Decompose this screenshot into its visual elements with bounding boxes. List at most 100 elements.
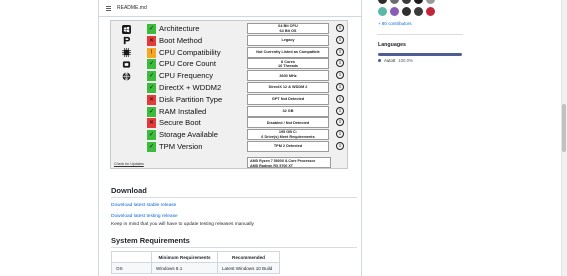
contributor-avatars (378, 0, 435, 4)
boot-p-icon (121, 36, 131, 46)
pass-status-icon: ✓ (147, 130, 156, 141)
column-header (111, 251, 152, 263)
languages-heading: Languages (378, 42, 406, 48)
info-icon[interactable]: i (336, 71, 344, 80)
checker-row: ✕ Boot Method Legacy i (111, 34, 349, 47)
language-item[interactable]: AutoIt 100.0% (378, 58, 413, 63)
table-row: OS Windows 8.1 Latest Windows 10 Build (111, 262, 280, 274)
checker-row: ✓ TPM Version TPM 2 Detected i (111, 140, 349, 153)
info-icon[interactable]: i (336, 141, 344, 150)
contributors-link[interactable]: + 80 contributors (378, 21, 412, 26)
avatar[interactable] (414, 0, 423, 4)
windows-logo-icon (121, 24, 131, 34)
avatar[interactable] (414, 7, 423, 16)
info-icon[interactable]: i (336, 24, 344, 32)
check-result: 3600 MHz (247, 70, 329, 82)
avatar[interactable] (390, 0, 399, 4)
column-header: Minimum Requirements (151, 251, 218, 263)
core-icon (121, 59, 131, 69)
result-line: 16 Threads (277, 63, 299, 68)
avatar[interactable] (390, 7, 399, 16)
readme-header: README.md (99, 0, 361, 17)
check-label: DirectX + WDDM2 (159, 82, 222, 92)
checker-row: ✓ Storage Available 195 GB C: 6 Drive(s) Me… (111, 129, 349, 141)
avatar[interactable] (402, 7, 411, 16)
table-cell: Windows 8.1 (151, 262, 218, 274)
pass-status-icon: ✓ (147, 106, 156, 117)
checker-screenshot: ✓ Architecture 64 Bit CPU 64 Bit OS i ✕ Boot M… (110, 20, 348, 169)
language-color-dot (378, 59, 381, 62)
check-label: Storage Available (159, 130, 218, 140)
checker-row: ✓ Architecture 64 Bit CPU 64 Bit OS i (111, 23, 349, 35)
result-line: DirectX 12 & WDDM 2 (268, 85, 308, 90)
pass-status-icon: ✓ (147, 141, 156, 152)
check-result: 8 Cores 16 Threads (247, 58, 329, 70)
avatar[interactable] (402, 0, 411, 4)
check-label: Boot Method (159, 35, 203, 45)
check-result: DirectX 12 & WDDM 2 (247, 81, 329, 93)
result-line: 3600 MHz (279, 73, 297, 78)
pass-status-icon: ✓ (147, 24, 156, 34)
check-label: CPU Core Count (159, 59, 216, 69)
checker-row: ✓ CPU Core Count 8 Cores 16 Threads i (111, 58, 349, 70)
table-cell: Latest Windows 10 Build (217, 262, 280, 274)
result-line: TPM 2 Detected (273, 144, 303, 149)
pass-status-icon: ✓ (147, 82, 156, 93)
avatar[interactable] (426, 0, 435, 4)
gpu-name: AMD Radeon RX 5700 XT (250, 163, 293, 168)
info-icon[interactable]: i (336, 130, 344, 139)
fail-status-icon: ✕ (147, 94, 156, 105)
warning-status-icon: ! (147, 47, 156, 58)
hardware-summary: AMD Ryzen 7 5800X 8-Core Processor AMD R… (247, 157, 331, 168)
checker-row: ✕ Disk Partition Type GPT Not Detected i (111, 93, 349, 106)
info-icon[interactable]: i (336, 59, 344, 68)
check-result: Disabled / Not Detected (247, 117, 329, 129)
download-stable-link[interactable]: Download latest stable release (111, 203, 176, 208)
download-testing-link[interactable]: Download latest testing release (111, 214, 178, 219)
check-result: Not Currently Listed as Compatible (247, 46, 329, 58)
heading-rule (111, 197, 357, 198)
requirements-heading: System Requirements (111, 236, 190, 245)
pass-status-icon: ✓ (147, 59, 156, 70)
info-icon[interactable]: i (336, 106, 344, 115)
readme-filename[interactable]: README.md (117, 5, 147, 11)
info-icon[interactable]: i (336, 47, 344, 56)
check-result: 32 GB (247, 105, 329, 117)
checker-row: ✓ RAM Installed 32 GB i (111, 105, 349, 118)
check-label: CPU Compatibility (159, 47, 221, 57)
fail-status-icon: ✕ (147, 35, 156, 46)
check-label: Disk Partition Type (159, 94, 223, 104)
pass-status-icon: ✓ (147, 71, 156, 82)
checker-row: ! CPU Compatibility Not Currently Listed a… (111, 46, 349, 59)
result-line: 32 GB (282, 108, 294, 113)
requirements-table: Minimum Requirements Recommended OS Wind… (111, 251, 280, 274)
info-icon[interactable]: i (336, 35, 344, 44)
heading-rule (111, 247, 357, 248)
check-result: 64 Bit CPU 64 Bit OS (247, 23, 329, 34)
checker-row: ✓ CPU Frequency 3600 MHz i (111, 70, 349, 82)
check-label: Architecture (159, 24, 200, 33)
contributor-avatars (378, 7, 435, 16)
language-bar (378, 53, 462, 56)
info-icon[interactable]: i (336, 94, 344, 103)
scrollbar-thumb[interactable] (562, 104, 566, 152)
info-icon[interactable]: i (336, 82, 344, 91)
avatar[interactable] (378, 0, 387, 4)
language-name: AutoIt (384, 58, 396, 63)
avatar[interactable] (378, 7, 387, 16)
avatar[interactable] (426, 7, 435, 16)
info-icon[interactable]: i (336, 118, 344, 127)
check-label: CPU Frequency (159, 71, 214, 81)
table-header-row: Minimum Requirements Recommended (111, 251, 280, 263)
check-label: TPM Version (159, 141, 203, 151)
check-updates-link: Check for Updates (114, 162, 144, 166)
globe-icon (121, 71, 131, 81)
outline-menu-icon[interactable] (106, 5, 111, 11)
cpu-chip-icon (121, 48, 131, 58)
result-line: Legacy (281, 38, 295, 43)
result-line: Disabled / Not Detected (266, 120, 310, 125)
check-label: Secure Boot (159, 118, 201, 128)
github-repo-page: README.md ✓ Architecture 64 Bit CPU 64 Bit … (0, 0, 567, 276)
checker-row: ✓ DirectX + WDDM2 DirectX 12 & WDDM 2 i (111, 81, 349, 94)
fail-status-icon: ✕ (147, 118, 156, 129)
